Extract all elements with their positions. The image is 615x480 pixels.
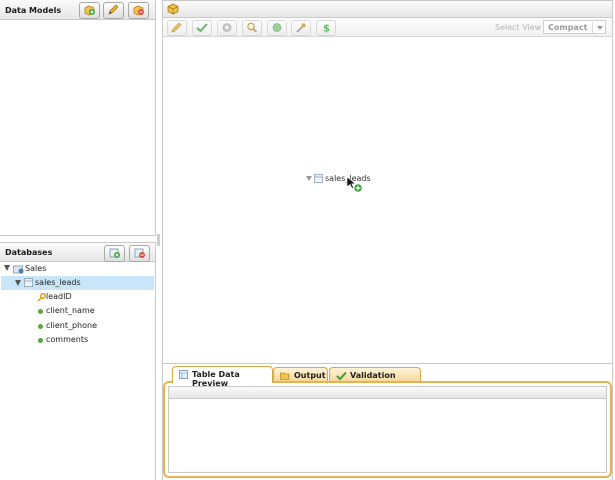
databases-header: Databases — [0, 242, 155, 262]
validate-button[interactable] — [192, 20, 212, 36]
expand-arrow-icon[interactable] — [306, 176, 312, 181]
expand-arrow-icon[interactable] — [15, 280, 21, 286]
tree-node-database-label: Sales — [25, 264, 47, 273]
tab-output[interactable]: Output — [273, 367, 328, 382]
tab-output-label: Output — [294, 371, 326, 380]
select-view-dropdown[interactable]: Compact — [543, 20, 606, 34]
add-database-icon — [109, 248, 120, 258]
tree-node-field-label: comments — [46, 335, 89, 344]
dropdown-divider — [592, 22, 593, 33]
edit-model-icon — [108, 4, 119, 15]
check-icon — [196, 23, 208, 33]
delete-model-button[interactable] — [128, 2, 149, 19]
tab-table-data-preview-label: Table Data Preview — [192, 370, 240, 388]
data-models-title: Data Models — [5, 6, 62, 15]
tree-node-field[interactable]: client_phone — [0, 319, 155, 333]
wrench-icon — [296, 23, 306, 33]
check-icon — [336, 371, 347, 381]
tree-node-field[interactable]: comments — [0, 333, 155, 347]
design-canvas[interactable]: sales_leads — [162, 37, 613, 364]
pencil-icon — [171, 22, 182, 33]
databases-panel: Databases Sales sales_leads leadID clien… — [0, 242, 156, 480]
remove-database-button[interactable] — [129, 245, 150, 262]
canvas-table-node[interactable]: sales_leads — [305, 172, 385, 186]
refresh-icon — [272, 23, 282, 32]
refresh-button[interactable] — [267, 20, 287, 36]
edit-model-button[interactable] — [103, 2, 124, 19]
add-model-icon — [84, 5, 95, 16]
tools-button[interactable] — [291, 20, 311, 36]
magnify-icon — [247, 22, 258, 33]
gear-icon — [222, 23, 232, 32]
tree-node-field[interactable]: leadID — [0, 290, 155, 304]
preview-grid[interactable] — [168, 386, 607, 473]
select-view-label: Select View — [495, 23, 542, 32]
designer-header — [162, 0, 613, 18]
select-view-value: Compact — [548, 23, 588, 32]
preview-grid-header — [169, 387, 606, 399]
search-button[interactable] — [242, 20, 262, 36]
delete-model-icon — [133, 5, 144, 16]
cursor-add-icon — [346, 176, 363, 193]
data-models-panel: Data Models — [0, 0, 156, 236]
panel-splitter-handle[interactable] — [157, 234, 160, 246]
settings-button[interactable] — [217, 20, 237, 36]
table-icon — [179, 370, 188, 379]
field-dot-icon — [38, 324, 43, 329]
data-models-header: Data Models — [0, 0, 155, 20]
tree-node-table[interactable]: sales_leads — [1, 276, 154, 290]
tab-table-data-preview[interactable]: Table Data Preview — [172, 366, 273, 388]
dollar-icon: $ — [323, 24, 330, 34]
svg-text:$: $ — [323, 24, 330, 34]
add-model-button[interactable] — [79, 2, 100, 19]
cost-button[interactable]: $ — [316, 20, 336, 36]
database-icon — [13, 265, 24, 274]
tree-node-field-label: leadID — [46, 292, 72, 301]
tab-content-frame — [163, 381, 612, 478]
remove-database-icon — [134, 248, 145, 258]
tree-node-field-label: client_phone — [46, 321, 98, 330]
tree-node-field-label: client_name — [46, 306, 95, 315]
tree-node-database[interactable]: Sales — [0, 262, 155, 276]
edit-button[interactable] — [167, 20, 187, 36]
chevron-down-icon[interactable] — [597, 26, 603, 30]
databases-title: Databases — [5, 248, 53, 257]
tab-validation-errors[interactable]: Validation Errors — [329, 367, 421, 389]
folder-icon — [280, 372, 290, 380]
expand-arrow-icon[interactable] — [4, 265, 10, 271]
add-database-button[interactable] — [104, 245, 125, 262]
table-icon — [314, 174, 323, 183]
cube-icon — [167, 3, 179, 15]
tree-node-field[interactable]: client_name — [0, 304, 155, 318]
field-dot-icon — [38, 338, 43, 343]
table-icon — [24, 278, 33, 287]
field-dot-icon — [38, 309, 43, 314]
tree-node-table-label: sales_leads — [35, 278, 81, 287]
key-icon — [37, 293, 46, 302]
